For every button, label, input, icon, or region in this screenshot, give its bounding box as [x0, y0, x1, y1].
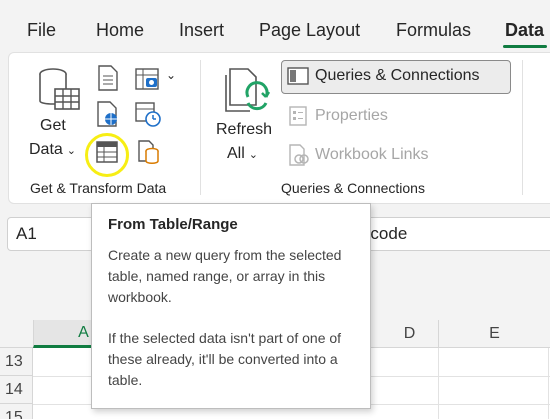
group-label-get-transform: Get & Transform Data: [30, 180, 167, 196]
refresh-all-label-2[interactable]: All ⌄: [227, 145, 258, 163]
workbook-links-button[interactable]: Workbook Links: [287, 144, 429, 166]
properties-button[interactable]: Properties: [287, 105, 388, 127]
get-data-label[interactable]: Get: [40, 117, 66, 135]
chevron-down-icon[interactable]: ⌄: [166, 68, 176, 82]
tab-page-layout[interactable]: Page Layout: [259, 20, 360, 41]
queries-connections-label: Queries & Connections: [315, 67, 480, 84]
group-separator: [200, 60, 201, 195]
properties-label: Properties: [315, 107, 388, 124]
group-label-queries: Queries & Connections: [281, 180, 425, 196]
tab-data[interactable]: Data: [505, 20, 544, 41]
recent-sources-icon[interactable]: [133, 100, 163, 128]
existing-connections-icon[interactable]: [133, 138, 163, 166]
group-separator: [522, 60, 523, 195]
from-text-csv-icon[interactable]: [95, 64, 121, 92]
tooltip-note: If the selected data isn't part of one o…: [108, 330, 342, 388]
row-header-14[interactable]: 14: [0, 376, 33, 404]
column-header-e[interactable]: E: [438, 320, 550, 348]
properties-icon: [287, 105, 309, 127]
get-data-label-2[interactable]: Data ⌄: [29, 141, 76, 159]
from-picture-icon[interactable]: [133, 64, 163, 92]
database-icon[interactable]: [34, 64, 84, 114]
gridline: [548, 348, 549, 419]
tooltip-title: From Table/Range: [108, 216, 238, 233]
refresh-icon[interactable]: [222, 66, 272, 116]
row-header-13[interactable]: 13: [0, 348, 33, 376]
tab-home[interactable]: Home: [96, 20, 144, 41]
tooltip-from-table-range: From Table/Range Create a new query from…: [91, 203, 371, 409]
row-header-15[interactable]: 15: [0, 404, 33, 419]
active-tab-indicator: [503, 45, 547, 48]
gridline: [438, 348, 439, 419]
highlight-circle: [85, 133, 129, 177]
tab-insert[interactable]: Insert: [179, 20, 224, 41]
menu-bar: File Home Insert Page Layout Formulas Da…: [0, 0, 550, 52]
from-web-icon[interactable]: [95, 100, 121, 128]
workbook-links-label: Workbook Links: [315, 146, 429, 163]
tab-file[interactable]: File: [27, 20, 56, 41]
queries-connections-row[interactable]: Queries & Connections: [287, 65, 480, 87]
chevron-down-icon: ⌄: [66, 145, 77, 157]
queries-pane-icon: [287, 65, 309, 87]
workbook-links-icon: [287, 144, 309, 166]
name-box[interactable]: A1: [7, 217, 97, 251]
tooltip-description: Create a new query from the selected tab…: [108, 247, 342, 305]
refresh-all-label[interactable]: Refresh: [216, 121, 272, 139]
chevron-down-icon: ⌄: [248, 149, 258, 161]
tab-formulas[interactable]: Formulas: [396, 20, 471, 41]
